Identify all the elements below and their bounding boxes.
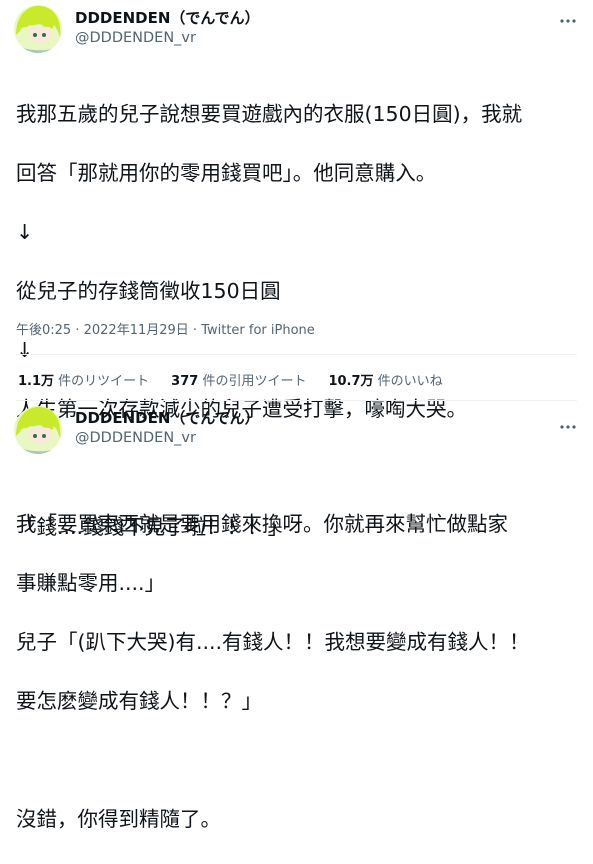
avatar-image xyxy=(14,5,62,53)
tweet-time[interactable]: 午後0:25 xyxy=(16,323,71,338)
author-names: DDDENDEN（でんでん） @DDDENDEN_vr xyxy=(75,408,260,448)
retweets-label: 件のリツイート xyxy=(54,374,150,389)
tweet-header: DDDENDEN（でんでん） @DDDENDEN_vr xyxy=(0,0,593,60)
display-name[interactable]: DDDENDEN（でんでん） xyxy=(75,408,260,428)
more-options-button[interactable] xyxy=(555,8,581,34)
tweet-text-line xyxy=(16,746,581,776)
tweet-text-line: 沒錯，你得到精隨了。 xyxy=(16,806,221,831)
meta-separator: · xyxy=(71,323,84,338)
quote-tweets-stat[interactable]: 377 件の引用ツイート xyxy=(171,370,306,389)
retweets-count: 1.1万 xyxy=(18,374,55,389)
likes-stat[interactable]: 10.7万 件のいいね xyxy=(328,370,442,389)
tweet-text-line: 從兒子的存錢筒徵收150日圓 xyxy=(16,278,281,303)
retweets-stat[interactable]: 1.1万 件のリツイート xyxy=(18,370,149,389)
tweet-header: DDDENDEN（でんでん） @DDDENDEN_vr xyxy=(0,398,593,458)
likes-count: 10.7万 xyxy=(328,374,374,389)
meta-separator: · xyxy=(188,323,202,338)
tweet-text-line: 我「要買東西就是要用錢來換呀。你就再來幫忙做點家 xyxy=(16,511,508,536)
quotes-label: 件の引用ツイート xyxy=(198,374,307,389)
tweet-text-line: 事賺點零用....」 xyxy=(16,570,166,595)
tweet-text-line: 回答「那就用你的零用錢買吧」。他同意購入。 xyxy=(16,160,437,185)
tweet-date[interactable]: 2022年11月29日 xyxy=(84,323,189,338)
tweet-text: 我「要買東西就是要用錢來換呀。你就再來幫忙做點家 事賺點零用....」 兒子「(… xyxy=(16,480,581,864)
user-handle[interactable]: @DDDENDEN_vr xyxy=(75,28,260,48)
avatar[interactable] xyxy=(14,406,62,454)
tweet-text-line: ↓ xyxy=(16,219,34,244)
tweet-source[interactable]: Twitter for iPhone xyxy=(201,323,315,338)
more-horizontal-icon xyxy=(560,19,576,23)
tweet-metadata: 午後0:25 · 2022年11月29日 · Twitter for iPhon… xyxy=(16,319,315,338)
tweet-text-line: 我那五歲的兒子說想要買遊戲內的衣服(150日圓)，我就 xyxy=(16,101,523,126)
tweet-text-line: 要怎麽變成有錢人！！？」 xyxy=(16,688,262,713)
tweet-stats: 1.1万 件のリツイート 377 件の引用ツイート 10.7万 件のいいね xyxy=(18,370,465,389)
user-handle[interactable]: @DDDENDEN_vr xyxy=(75,428,260,448)
avatar-image xyxy=(14,406,62,454)
more-horizontal-icon xyxy=(560,425,576,429)
quotes-count: 377 xyxy=(171,374,199,389)
divider xyxy=(16,354,577,355)
tweet-reply: DDDENDEN（でんでん） @DDDENDEN_vr 我「要買東西就是要用錢來… xyxy=(0,398,593,831)
avatar[interactable] xyxy=(14,5,62,53)
likes-label: 件のいいね xyxy=(373,374,443,389)
tweet-text-line: 兒子「(趴下大哭)有....有錢人！！我想要變成有錢人！！ xyxy=(16,629,530,654)
display-name[interactable]: DDDENDEN（でんでん） xyxy=(75,8,260,28)
author-names: DDDENDEN（でんでん） @DDDENDEN_vr xyxy=(75,8,260,48)
tweet-main: DDDENDEN（でんでん） @DDDENDEN_vr 我那五歲的兒子說想要買遊… xyxy=(0,0,593,539)
more-options-button[interactable] xyxy=(555,414,581,440)
tweet-text-line: ↓ xyxy=(16,337,34,362)
